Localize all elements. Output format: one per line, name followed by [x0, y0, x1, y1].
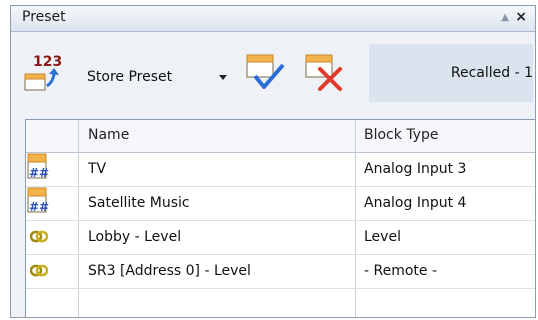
grid-header: Name Block Type: [26, 120, 535, 153]
empty-cell: [79, 289, 356, 317]
row-name: TV: [88, 161, 107, 177]
row-name-cell: SR3 [Address 0] - Level: [79, 255, 356, 288]
column-header-icon[interactable]: [26, 120, 79, 152]
close-icon[interactable]: ×: [515, 9, 527, 25]
preset-grid: Name Block Type ## TV Analog Input 3 ## …: [25, 119, 535, 317]
table-row[interactable]: Lobby - Level Level: [26, 221, 535, 255]
store-preset-label[interactable]: Store Preset: [87, 69, 172, 85]
row-type-cell: - Remote -: [356, 255, 535, 288]
preset-panel: Preset ▲ × 123 Store Preset Recalled - 1…: [10, 5, 536, 318]
svg-text:##: ##: [29, 166, 49, 180]
empty-cell: [26, 289, 79, 317]
recall-check-icon[interactable]: [245, 52, 287, 92]
row-icon-cell: ##: [26, 153, 79, 186]
table-row[interactable]: SR3 [Address 0] - Level - Remote -: [26, 255, 535, 289]
row-block-type: Analog Input 4: [364, 195, 467, 211]
row-name-cell: TV: [79, 153, 356, 186]
link-icon: [29, 229, 49, 248]
table-row[interactable]: ## TV Analog Input 3: [26, 153, 535, 187]
column-header-name-label: Name: [88, 127, 130, 143]
row-name-cell: Satellite Music: [79, 187, 356, 220]
row-icon-cell: [26, 221, 79, 254]
delete-preset-icon[interactable]: [304, 52, 346, 92]
empty-row: [26, 289, 535, 317]
row-type-cell: Analog Input 4: [356, 187, 535, 220]
empty-cell: [356, 289, 535, 317]
recalled-status-text: Recalled - 1: [450, 65, 533, 81]
analog-input-icon: ##: [27, 187, 51, 219]
store-preset-dropdown-arrow[interactable]: [219, 75, 227, 80]
column-header-name[interactable]: Name: [79, 120, 356, 152]
panel-title: Preset: [22, 9, 66, 25]
row-name: SR3 [Address 0] - Level: [88, 263, 251, 279]
row-icon-cell: [26, 255, 79, 288]
table-row[interactable]: ## Satellite Music Analog Input 4: [26, 187, 535, 221]
link-icon: [29, 263, 49, 282]
analog-input-icon: ##: [27, 153, 51, 185]
row-type-cell: Level: [356, 221, 535, 254]
panel-titlebar: Preset ▲ ×: [11, 6, 535, 32]
row-block-type: - Remote -: [364, 263, 438, 279]
row-block-type: Level: [364, 229, 401, 245]
row-block-type: Analog Input 3: [364, 161, 467, 177]
store-icon-number: 123: [33, 54, 62, 70]
svg-text:##: ##: [29, 200, 49, 214]
recalled-status: Recalled - 1: [369, 44, 533, 102]
column-header-block-type-label: Block Type: [364, 127, 439, 143]
row-type-cell: Analog Input 3: [356, 153, 535, 186]
pin-icon[interactable]: ▲: [501, 12, 509, 23]
store-preset-icon[interactable]: 123: [23, 52, 67, 92]
row-name: Satellite Music: [88, 195, 190, 211]
preset-toolbar: 123 Store Preset Recalled - 1: [11, 32, 535, 104]
column-header-block-type[interactable]: Block Type: [356, 120, 535, 152]
row-name-cell: Lobby - Level: [79, 221, 356, 254]
row-icon-cell: ##: [26, 187, 79, 220]
row-name: Lobby - Level: [88, 229, 182, 245]
